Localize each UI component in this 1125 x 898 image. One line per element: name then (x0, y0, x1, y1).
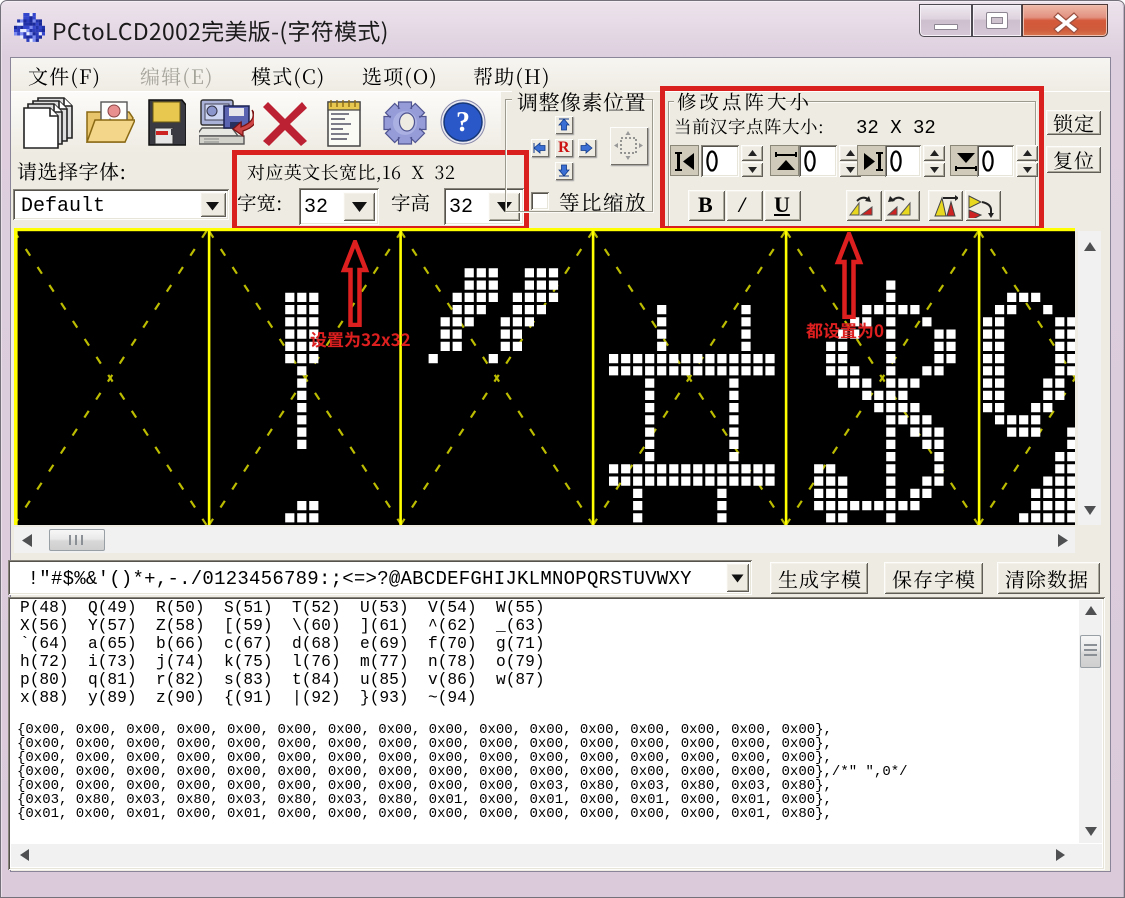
svg-text:?: ? (456, 107, 470, 138)
